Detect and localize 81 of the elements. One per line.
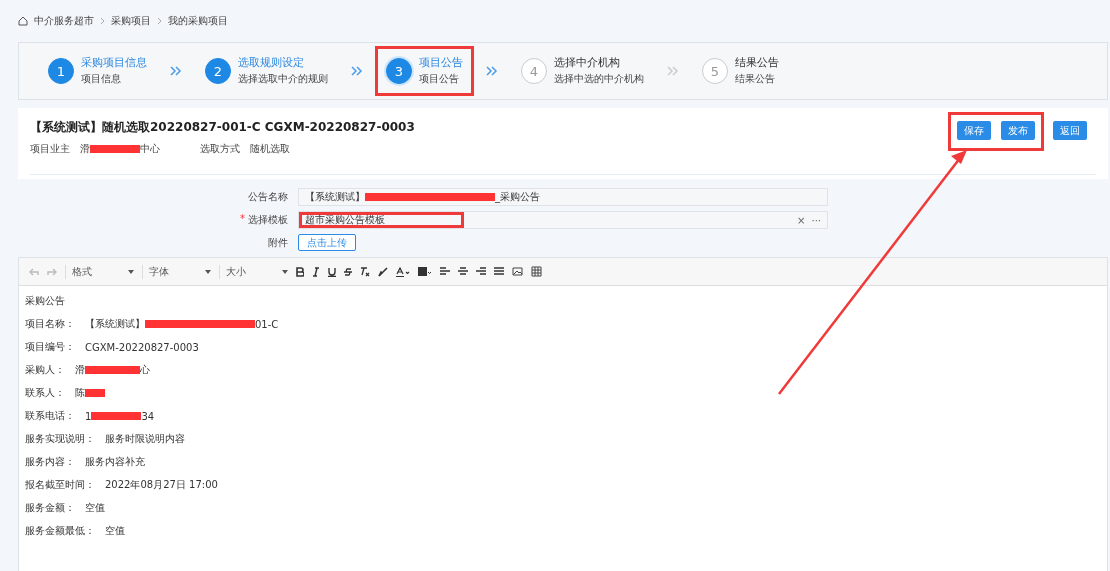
meta-value: 滑 中心 <box>80 142 160 156</box>
action-button[interactable]: 保存 <box>957 121 991 140</box>
document-line: 报名截至时间： 2022年08月27日 17:00 <box>25 478 219 492</box>
breadcrumb-link[interactable]: 采购项目 <box>111 14 151 28</box>
step-subtitle: 结果公告 <box>735 72 776 86</box>
step-subtitle: 项目信息 <box>81 72 122 86</box>
select-field[interactable]: 超市采购公告模板 × ··· <box>298 211 828 229</box>
step-title: 采购项目信息 <box>81 56 147 70</box>
step-number: 1 <box>48 58 74 84</box>
highlight-color-icon[interactable] <box>418 266 432 277</box>
font-dropdown[interactable]: 字体 <box>142 264 211 279</box>
table-icon[interactable] <box>531 266 542 277</box>
step-subtitle: 选择选取中介的规则 <box>238 72 328 86</box>
home-icon[interactable] <box>18 16 28 26</box>
document-line: 采购人： 滑 心 <box>25 363 151 377</box>
document-line: 项目名称： 【系统测试】 01-C <box>25 317 280 331</box>
more-icon[interactable]: ··· <box>811 214 821 226</box>
document-line: 服务金额最低： 空值 <box>25 524 126 538</box>
clear-format-icon[interactable] <box>360 266 370 277</box>
step-subtitle: 项目公告 <box>419 72 460 86</box>
align-center-icon[interactable] <box>458 267 468 276</box>
double-chevron-icon <box>351 66 363 76</box>
document-line: 项目编号： CGXM-20220827-0003 <box>25 340 200 354</box>
document-line: 服务金额： 空值 <box>25 501 106 515</box>
step-number: 4 <box>521 58 547 84</box>
step-number: 5 <box>702 58 728 84</box>
document-line: 联系电话： 1 34 <box>25 409 156 423</box>
document-line: 服务实现说明： 服务时限说明内容 <box>25 432 186 446</box>
step-title: 结果公告 <box>735 56 779 70</box>
rich-text-editor[interactable]: 格式 字体 大小 采购公告 项目名称： 【系统测试】 01-C 项目编号： CGXM-20220827-0003 采购人： 滑 心 联系人： 陈 联系电话： 1 34 服务实现说明： 服务时限说明内容 服务内容： 服务内容补充 报名截至时间： 2022年08月27日 17:00 服务金额： 空值 服务金额最低： 空值 <box>18 257 1108 571</box>
step-number: 3 <box>386 58 412 84</box>
input-field[interactable]: 【系统测试】 _采购公告 <box>298 188 828 206</box>
document-line: 采购公告 <box>25 294 66 308</box>
caret-icon <box>128 269 134 274</box>
step-title: 项目公告 <box>419 56 463 70</box>
step[interactable]: 2 选取规则设定 选择选取中介的规则 <box>194 46 339 96</box>
back-button[interactable]: 返回 <box>1053 121 1087 140</box>
brush-icon[interactable] <box>378 266 388 277</box>
italic-icon[interactable] <box>312 266 320 277</box>
step-title: 选择中介机构 <box>554 56 621 70</box>
text-color-icon[interactable] <box>396 266 410 277</box>
double-chevron-icon <box>667 66 679 76</box>
project-title: 【系统测试】随机选取20220827-001-C CGXM-20220827-0003 <box>30 119 415 136</box>
meta-label: 选取方式 <box>200 142 240 156</box>
document-line: 服务内容： 服务内容补充 <box>25 455 146 469</box>
clear-icon[interactable]: × <box>797 214 806 226</box>
underline-icon[interactable] <box>328 266 336 277</box>
double-chevron-icon <box>486 66 498 76</box>
field-label: 公告名称 <box>247 190 288 204</box>
caret-icon <box>205 269 211 274</box>
bold-icon[interactable] <box>296 266 304 277</box>
step[interactable]: 1 采购项目信息 项目信息 <box>37 46 158 96</box>
step[interactable]: 3 项目公告 项目公告 <box>375 46 474 96</box>
document-line: 联系人： 陈 <box>25 386 1101 400</box>
action-button[interactable]: 发布 <box>1001 121 1035 140</box>
required-mark: * <box>240 213 245 226</box>
image-icon[interactable] <box>512 266 523 277</box>
upload-button[interactable]: 点击上传 <box>298 234 356 251</box>
step-subtitle: 选择中选的中介机构 <box>554 72 644 86</box>
strikethrough-icon[interactable] <box>344 266 352 277</box>
double-chevron-icon <box>170 66 182 76</box>
justify-icon[interactable] <box>494 267 504 276</box>
meta-label: 项目业主 <box>30 142 70 156</box>
size-dropdown[interactable]: 大小 <box>219 264 288 279</box>
format-dropdown[interactable]: 格式 <box>65 264 134 279</box>
step-number: 2 <box>205 58 231 84</box>
field-value: 【系统测试】 _采购公告 <box>305 190 540 204</box>
field-label: 选择模板 <box>248 213 288 227</box>
step-title: 选取规则设定 <box>238 56 305 70</box>
align-right-icon[interactable] <box>476 267 486 276</box>
field-value: 超市采购公告模板 <box>305 213 385 227</box>
align-left-icon[interactable] <box>440 267 450 276</box>
meta-value: 随机选取 <box>250 142 290 156</box>
caret-icon <box>282 269 288 274</box>
step[interactable]: 4 选择中介机构 选择中选的中介机构 <box>510 46 655 96</box>
breadcrumb-link[interactable]: 中介服务超市 <box>34 14 94 28</box>
field-label: 附件 <box>267 235 288 250</box>
chevron-right-icon <box>100 17 105 25</box>
breadcrumb-link[interactable]: 我的采购项目 <box>168 14 228 28</box>
chevron-right-icon <box>157 17 162 25</box>
step[interactable]: 5 结果公告 结果公告 <box>691 46 790 96</box>
